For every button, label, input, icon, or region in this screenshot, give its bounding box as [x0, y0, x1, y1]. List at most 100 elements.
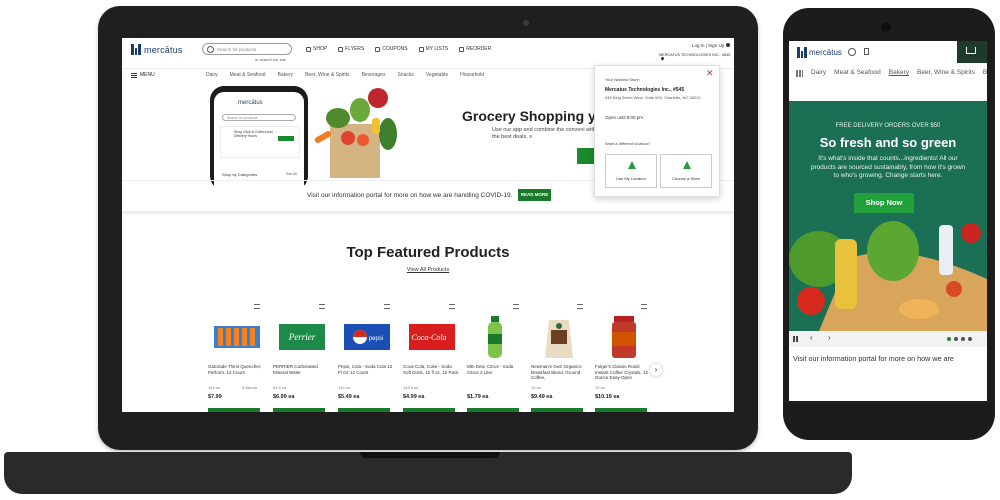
product-card[interactable]: Newman's Own Organics Breakfast Blend, G…: [531, 300, 589, 412]
choose-store-button[interactable]: Choose a Store: [660, 154, 712, 188]
phone-mockup-shop-by: Shop by Categories: [222, 172, 258, 177]
store-selector[interactable]: MERCATUS TECHNOLOGIES INC., #545: [659, 53, 734, 61]
nav-flyers[interactable]: FLYERS: [338, 46, 364, 52]
store-line-label: MERCATUS TECHNOLOGIES INC., #545: [659, 53, 731, 57]
login-label: Log In | Sign Up: [692, 43, 725, 48]
add-to-list-icon[interactable]: [254, 304, 260, 309]
desktop-logo[interactable]: mercātus: [131, 44, 183, 55]
shop-icon: [306, 46, 311, 52]
product-price: $10.19 ea: [595, 394, 620, 400]
read-more-button[interactable]: READ MORE: [518, 189, 551, 201]
hero-subtitle: Use our app and combine the conveni with…: [492, 127, 596, 140]
nav-my-lists[interactable]: MY LISTS: [418, 46, 448, 52]
carousel-next-icon[interactable]: ›: [650, 364, 662, 376]
add-to-cart-button[interactable]: [273, 408, 325, 412]
use-my-location-button[interactable]: Use My Location: [605, 154, 657, 188]
search-icon[interactable]: [848, 48, 856, 56]
use-my-location-label: Use My Location: [616, 176, 646, 181]
carousel-dot[interactable]: [961, 337, 965, 341]
product-image: [214, 326, 260, 348]
product-name: Mtn Dew, Citrus - Soda Citrus 2 Liter: [467, 364, 514, 375]
add-to-list-icon[interactable]: [641, 304, 647, 309]
phone-mockup-search: Search for products: [222, 114, 296, 121]
product-card[interactable]: pepsi Pepsi, Cola - Soda Cola 12 Fl Oz 1…: [338, 300, 396, 412]
category-household[interactable]: Household: [460, 72, 484, 78]
product-name: Coca-Cola, Coke - Soda Soft Drink, 12 fl…: [403, 364, 459, 375]
product-name: PERRIER Carbonated Mineral Water: [273, 364, 318, 375]
mobile-carousel-controls: ‹ ›: [789, 331, 987, 347]
product-card[interactable]: Mtn Dew, Citrus - Soda Citrus 2 Liter $1…: [467, 300, 525, 412]
pause-icon[interactable]: [793, 336, 798, 342]
mobile-hero-grocery-image: [789, 221, 987, 331]
add-to-list-icon[interactable]: [319, 304, 325, 309]
product-image: Perrier: [279, 324, 325, 350]
add-to-list-icon[interactable]: [513, 304, 519, 309]
product-card[interactable]: Gatorade Thirst Quencher, Perform, 12 Co…: [208, 300, 266, 412]
menu-label: MENU: [140, 72, 155, 78]
user-icon: [726, 43, 731, 47]
store-popup: ✕ Your Nearest Store: Mercatus Technolog…: [594, 65, 720, 197]
product-size: 12 oz: [595, 385, 605, 390]
category-beverages[interactable]: Beverages: [362, 72, 386, 78]
chevron-left-icon[interactable]: ‹: [810, 333, 813, 342]
choose-store-label: Choose a Store: [672, 176, 700, 181]
menu-button[interactable]: MENU: [131, 72, 155, 78]
category-bakery[interactable]: Bakery: [278, 72, 294, 78]
category-beer-wine[interactable]: Beer, Wine & Spirits: [305, 72, 349, 78]
carousel-dot[interactable]: [947, 337, 951, 341]
category-vegetable[interactable]: Vegetable: [426, 72, 448, 78]
carousel-dot[interactable]: [954, 337, 958, 341]
product-card[interactable]: Perrier PERRIER Carbonated Mineral Water…: [273, 300, 331, 412]
flyer-icon: [338, 46, 344, 52]
add-to-cart-button[interactable]: [403, 408, 455, 412]
mobile-category-beverages[interactable]: Be: [983, 69, 987, 76]
close-icon[interactable]: ✕: [706, 69, 714, 78]
carousel-dot[interactable]: [968, 337, 972, 341]
mobile-logo[interactable]: mercātus: [797, 47, 842, 58]
category-meat-seafood[interactable]: Meat & Seafood: [230, 72, 266, 78]
view-all-products-link[interactable]: View All Products: [122, 267, 734, 273]
add-to-cart-button[interactable]: [531, 408, 583, 412]
add-to-cart-button[interactable]: [467, 408, 519, 412]
nav-reorder[interactable]: REORDER: [459, 46, 491, 52]
mobile-hero-banner: FREE DELIVERY ORDERS OVER $50 So fresh a…: [789, 101, 987, 331]
phone-mockup-logo: mercātus: [238, 100, 263, 106]
nav-coupons[interactable]: COUPONS: [375, 46, 408, 52]
phone-mockup-screen: mercātus Search for products Shop Click …: [214, 92, 304, 190]
nav-shop[interactable]: SHOP: [306, 46, 327, 52]
add-to-cart-button[interactable]: [208, 408, 260, 412]
mobile-category-bar: Dairy Meat & Seafood Bakery Beer, Wine &…: [789, 68, 987, 82]
nav-reorder-label: REORDER: [466, 46, 492, 52]
shop-now-button[interactable]: Shop Now: [854, 193, 914, 213]
product-name: Gatorade Thirst Quencher, Perform, 12 Co…: [208, 364, 262, 375]
add-to-list-icon[interactable]: [384, 304, 390, 309]
add-to-cart-button[interactable]: [338, 408, 390, 412]
product-flavors[interactable]: 5 flavors: [242, 385, 257, 390]
search-site-link[interactable]: or search our site: [255, 57, 286, 62]
grid-icon[interactable]: [796, 70, 803, 77]
mobile-category-bakery[interactable]: Bakery: [889, 69, 909, 76]
desktop-header: mercātus Search for products or search o…: [122, 38, 734, 66]
mobile-category-meat-seafood[interactable]: Meat & Seafood: [834, 69, 881, 76]
mobile-logo-text: mercātus: [809, 48, 842, 57]
search-placeholder: Search for products: [217, 46, 257, 52]
cart-button[interactable]: [957, 41, 987, 63]
search-input[interactable]: Search for products: [202, 43, 292, 55]
product-card[interactable]: Coca-Cola Coca-Cola, Coke - Soda Soft Dr…: [403, 300, 461, 412]
category-snacks[interactable]: Snacks: [397, 72, 413, 78]
add-to-cart-button[interactable]: [595, 408, 647, 412]
mobile-category-beer-wine[interactable]: Beer, Wine & Spirits: [917, 69, 975, 76]
chevron-right-icon[interactable]: ›: [828, 333, 831, 342]
add-to-list-icon[interactable]: [449, 304, 455, 309]
product-image: [545, 320, 573, 358]
mobile-category-dairy[interactable]: Dairy: [811, 69, 826, 76]
product-image: [488, 316, 502, 358]
product-name: Newman's Own Organics Breakfast Blend, G…: [531, 364, 582, 380]
add-to-list-icon[interactable]: [577, 304, 583, 309]
navigation-arrow-icon: [628, 161, 636, 169]
login-link[interactable]: Log In | Sign Up: [692, 43, 731, 48]
product-image: pepsi: [344, 324, 390, 350]
category-dairy[interactable]: Dairy: [206, 72, 218, 78]
flyer-icon[interactable]: [864, 48, 869, 55]
product-card[interactable]: Folger's Classic Roast Instant Coffee Cr…: [595, 300, 653, 412]
